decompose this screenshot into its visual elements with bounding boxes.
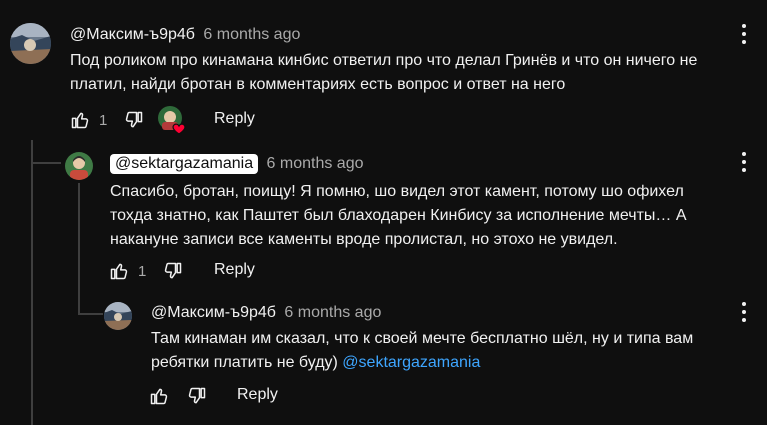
like-count: 1 [138,262,147,280]
like-count: 1 [99,111,108,129]
timestamp[interactable]: 6 months ago [267,155,364,172]
author-name[interactable]: @sektargazamania [110,154,259,174]
reply-button[interactable]: Reply [214,261,255,279]
comment-text: Под роликом про кинамана кинбис ответил … [70,49,740,97]
comment-text-fragment: ребятки платить не буду) [151,354,343,371]
avatar[interactable] [65,152,93,180]
author-name[interactable]: @Максим-ъ9р4б [70,26,195,43]
thread-line-nested [78,183,80,313]
more-vert-icon[interactable] [740,302,748,322]
comment-header: @Максим-ъ9р4б 6 months ago [70,25,300,45]
thumb-down-icon[interactable] [162,260,184,282]
reply-button[interactable]: Reply [214,110,255,128]
comment-text: Там кинаман им сказал, что к своей мечте… [151,327,741,375]
thumb-down-icon[interactable] [186,385,208,407]
comment-text-line: платил, найди бротан в комментариях есть… [70,76,566,93]
comment-actions: 1 [108,259,184,283]
avatar-image [104,302,132,330]
thread-line-main [31,140,33,425]
comment-actions: 1 [69,108,145,132]
comment-text-line: накануне записи все каменты вроде пролис… [110,231,618,248]
avatar-image [10,23,51,64]
thread-connector-2 [78,313,103,315]
comment-text-line: тохда знатно, как Паштет был блаходарен … [110,207,687,224]
comment-text: Спасибо, бротан, поищу! Я помню, шо виде… [110,180,740,252]
comment-text-line: Под роликом про кинамана кинбис ответил … [70,52,698,69]
creator-heart-icon[interactable] [157,105,187,135]
mention-link[interactable]: @sektargazamania [342,354,480,371]
comment-header: @Максим-ъ9р4б 6 months ago [151,303,381,323]
more-vert-icon[interactable] [740,24,748,44]
thumb-up-icon[interactable] [148,385,170,407]
timestamp[interactable]: 6 months ago [203,26,300,43]
avatar-image [65,152,93,180]
comment-actions [148,384,208,408]
thumb-up-icon[interactable] [69,109,91,131]
timestamp[interactable]: 6 months ago [284,304,381,321]
reply-button[interactable]: Reply [237,386,278,404]
comment-text-line: Спасибо, бротан, поищу! Я помню, шо виде… [110,183,684,200]
avatar[interactable] [10,23,51,64]
comment-text-line: ребятки платить не буду) @sektargazamani… [151,351,741,375]
avatar[interactable] [104,302,132,330]
thumb-up-icon[interactable] [108,260,130,282]
author-name[interactable]: @Максим-ъ9р4б [151,304,276,321]
thumb-down-icon[interactable] [123,109,145,131]
comment-text-line: Там кинаман им сказал, что к своей мечте… [151,330,694,347]
more-vert-icon[interactable] [740,152,748,172]
comment-header: @sektargazamania 6 months ago [110,154,364,174]
thread-connector-1 [31,162,61,164]
